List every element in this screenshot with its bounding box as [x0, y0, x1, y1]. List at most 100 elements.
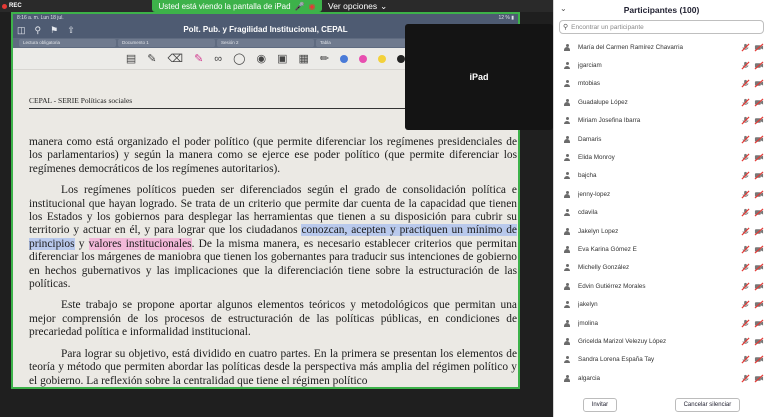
mic-muted-icon[interactable]	[741, 374, 750, 383]
mic-muted-icon[interactable]	[741, 208, 750, 217]
zoom-window: REC Usted está viendo la pantalla de iPa…	[0, 0, 768, 417]
participant-row[interactable]: bajcha	[554, 167, 768, 185]
participant-row[interactable]: Sandra Lorena España Tay	[554, 351, 768, 369]
participant-row[interactable]: Gricelda Marizol Velezuy López	[554, 332, 768, 350]
paragraph-text: y	[74, 237, 89, 250]
share-icon[interactable]: ⇧	[67, 25, 75, 36]
eye-icon[interactable]: ◉	[256, 52, 266, 65]
video-off-icon[interactable]	[754, 153, 764, 162]
participant-row[interactable]: Jakelyn Lopez	[554, 222, 768, 240]
participant-row[interactable]: jenny-lopez	[554, 185, 768, 203]
mic-muted-icon[interactable]	[741, 282, 750, 291]
participant-row[interactable]: Michelly González	[554, 259, 768, 277]
mic-muted-icon[interactable]	[741, 245, 750, 254]
mic-muted-icon[interactable]	[741, 116, 750, 125]
color-swatch-yellow[interactable]	[378, 54, 387, 63]
participant-row[interactable]: mtobias	[554, 75, 768, 93]
video-off-icon[interactable]	[754, 98, 764, 107]
doc-tab[interactable]: Documento 1	[118, 39, 215, 47]
invite-button[interactable]: Invitar	[582, 398, 618, 412]
bookmark-icon[interactable]: ⚑	[50, 25, 58, 36]
mic-muted-icon[interactable]	[741, 135, 750, 144]
participant-row[interactable]: Damaris	[554, 130, 768, 148]
mic-muted-icon[interactable]	[741, 190, 750, 199]
eraser-icon[interactable]: ⌫	[168, 52, 184, 65]
sidebar-icon[interactable]: ◫	[17, 25, 26, 36]
meeting-bottom-strip	[0, 389, 553, 417]
participant-row[interactable]: jgarciam	[554, 56, 768, 74]
participant-row[interactable]: Miriam Josefina Ibarra	[554, 112, 768, 130]
video-off-icon[interactable]	[754, 374, 764, 383]
ask-unmute-button[interactable]: Cancelar silenciar	[674, 398, 741, 412]
page-view-icon[interactable]: ▤	[126, 52, 136, 65]
chevron-down-icon[interactable]: ⌄	[560, 4, 567, 13]
doc-tab[interactable]: Sesión 2	[217, 39, 314, 47]
mic-muted-icon[interactable]	[741, 43, 750, 52]
participant-row[interactable]: algarcia	[554, 369, 768, 387]
participant-name: Miriam Josefina Ibarra	[578, 117, 641, 125]
video-off-icon[interactable]	[754, 227, 764, 236]
paragraph: Los regímenes políticos pueden ser difer…	[29, 184, 517, 291]
participant-row[interactable]: Elida Monroy	[554, 148, 768, 166]
highlighter-icon[interactable]: ✎	[194, 52, 203, 65]
video-off-icon[interactable]	[754, 116, 764, 125]
video-off-icon[interactable]	[754, 337, 764, 346]
mic-muted-icon[interactable]	[741, 319, 750, 328]
text-tool-icon[interactable]: ▦	[298, 52, 308, 65]
avatar-icon	[564, 374, 570, 382]
video-off-icon[interactable]	[754, 190, 764, 199]
search-icon: ⚲	[563, 24, 569, 31]
doc-tab[interactable]: Lectura obligatoria	[19, 39, 116, 47]
shapes-icon[interactable]: ◯	[233, 52, 245, 65]
participant-row[interactable]: Guadalupe López	[554, 93, 768, 111]
shared-screen-area: REC Usted está viendo la pantalla de iPa…	[0, 0, 553, 417]
video-off-icon[interactable]	[754, 355, 764, 364]
pen-icon[interactable]: ✎	[147, 52, 156, 65]
video-off-icon[interactable]	[754, 43, 764, 52]
view-options-button[interactable]: Ver opciones ⌄	[328, 0, 387, 12]
mic-muted-icon[interactable]	[741, 300, 750, 309]
video-off-icon[interactable]	[754, 282, 764, 291]
avatar-icon	[564, 172, 570, 180]
color-swatch-blue[interactable]	[340, 54, 349, 63]
lasso-icon[interactable]: ∞	[214, 53, 222, 65]
ipad-participant-tile[interactable]: iPad	[405, 24, 553, 130]
participant-search-input[interactable]	[571, 23, 757, 31]
mic-muted-icon[interactable]	[741, 153, 750, 162]
participant-row[interactable]: cdavila	[554, 204, 768, 222]
mic-muted-icon[interactable]	[741, 227, 750, 236]
video-off-icon[interactable]	[754, 245, 764, 254]
participant-row[interactable]: María del Carmen Ramírez Chavarria	[554, 38, 768, 56]
mic-muted-icon[interactable]	[741, 337, 750, 346]
video-off-icon[interactable]	[754, 319, 764, 328]
video-off-icon[interactable]	[754, 263, 764, 272]
video-off-icon[interactable]	[754, 171, 764, 180]
video-off-icon[interactable]	[754, 208, 764, 217]
participant-row[interactable]: jakelyn	[554, 295, 768, 313]
video-off-icon[interactable]	[754, 300, 764, 309]
search-icon[interactable]: ⚲	[35, 25, 42, 36]
color-swatch-black[interactable]	[397, 54, 406, 63]
participant-row[interactable]: Eva Karina Gómez E	[554, 240, 768, 258]
mic-muted-icon[interactable]	[741, 171, 750, 180]
microphone-icon: 🎤	[294, 1, 305, 11]
mic-muted-icon[interactable]	[741, 98, 750, 107]
participant-row[interactable]: jmolina	[554, 314, 768, 332]
video-off-icon[interactable]	[754, 79, 764, 89]
video-off-icon[interactable]	[754, 135, 764, 144]
doc-tab[interactable]: Tabla	[316, 39, 413, 47]
marker-icon[interactable]: ✏	[320, 52, 329, 65]
mic-muted-icon[interactable]	[741, 79, 750, 88]
record-dot-icon	[2, 3, 7, 9]
avatar-icon	[564, 209, 570, 217]
mic-muted-icon[interactable]	[741, 61, 750, 70]
mic-muted-icon[interactable]	[741, 263, 750, 272]
mic-muted-icon[interactable]	[741, 355, 750, 364]
image-icon[interactable]: ▣	[277, 52, 287, 65]
video-off-icon[interactable]	[754, 61, 764, 70]
participant-name: Eva Karina Gómez E	[578, 245, 637, 253]
avatar-icon	[564, 356, 570, 364]
color-swatch-pink[interactable]	[359, 54, 368, 63]
participant-row[interactable]: Edvin Gutiérrez Morales	[554, 277, 768, 295]
participants-header: ⌄ Participantes (100)	[554, 0, 768, 20]
